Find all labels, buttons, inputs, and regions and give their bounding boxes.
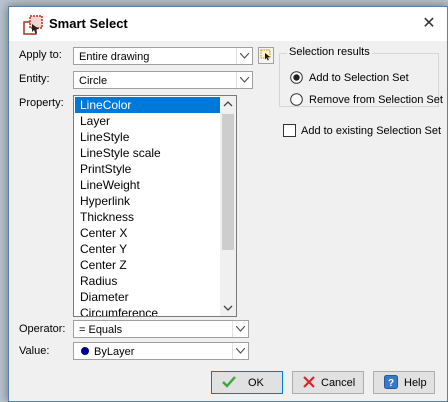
remove-from-selection-radio[interactable] (290, 93, 303, 106)
select-objects-button[interactable] (258, 47, 274, 64)
chevron-down-icon[interactable] (236, 48, 252, 64)
list-item[interactable]: LineStyle scale (75, 145, 221, 161)
list-item[interactable]: Hyperlink (75, 193, 221, 209)
list-item[interactable]: LineStyle (75, 129, 221, 145)
entity-dropdown[interactable]: Circle (73, 71, 253, 89)
pick-objects-icon (260, 49, 271, 61)
close-icon: ✕ (422, 15, 436, 32)
entity-value: Circle (79, 75, 108, 87)
property-label: Property: (19, 97, 64, 109)
property-listbox[interactable]: LineColor Layer LineStyle LineStyle scal… (73, 95, 237, 317)
chevron-down-icon[interactable] (232, 321, 248, 337)
ok-label: OK (248, 377, 264, 389)
operator-value: = Equals (79, 324, 123, 336)
add-to-existing-checkbox[interactable] (283, 124, 296, 137)
entity-label: Entity: (19, 73, 50, 85)
chevron-down-icon[interactable] (236, 72, 252, 88)
scroll-thumb[interactable] (222, 114, 234, 250)
list-item[interactable]: Center Y (75, 241, 221, 257)
property-list: LineColor Layer LineStyle LineStyle scal… (75, 97, 221, 316)
dialog-title: Smart Select (49, 16, 128, 31)
add-to-selection-radio[interactable] (290, 71, 303, 84)
list-item[interactable]: Layer (75, 113, 221, 129)
checkmark-icon (222, 376, 236, 388)
x-icon (303, 376, 315, 388)
cancel-label: Cancel (321, 377, 356, 389)
smart-select-app-icon (23, 15, 43, 35)
help-label: Help (404, 377, 427, 389)
smart-select-dialog: Smart Select ✕ Apply to: Entire drawing … (8, 6, 448, 402)
list-item[interactable]: PrintStyle (75, 161, 221, 177)
selection-results-title: Selection results (287, 46, 372, 58)
value-label: Value: (19, 345, 50, 357)
list-item[interactable]: LineColor (75, 97, 221, 113)
list-item[interactable]: Center Z (75, 257, 221, 273)
list-item[interactable]: Circumference (75, 305, 221, 316)
help-button[interactable]: ? Help (373, 371, 435, 394)
title-bar: Smart Select ✕ (9, 7, 447, 41)
operator-label: Operator: (19, 323, 66, 335)
help-icon: ? (384, 375, 398, 389)
apply-to-label: Apply to: (19, 49, 62, 61)
list-item[interactable]: Thickness (75, 209, 221, 225)
list-item[interactable]: LineWeight (75, 177, 221, 193)
close-button[interactable]: ✕ (411, 7, 447, 41)
property-scrollbar[interactable] (220, 96, 236, 316)
ok-button[interactable]: OK (211, 371, 283, 394)
apply-to-value: Entire drawing (79, 51, 150, 63)
value-value: ByLayer (94, 346, 135, 358)
cancel-button[interactable]: Cancel (292, 371, 364, 394)
chevron-down-icon[interactable] (232, 343, 248, 359)
operator-dropdown[interactable]: = Equals (73, 320, 249, 338)
remove-from-selection-label[interactable]: Remove from Selection Set (309, 94, 443, 106)
color-swatch-icon (81, 347, 89, 355)
apply-to-dropdown[interactable]: Entire drawing (73, 47, 253, 65)
add-to-selection-label[interactable]: Add to Selection Set (309, 72, 409, 84)
scroll-up-icon[interactable] (220, 96, 236, 112)
list-item[interactable]: Radius (75, 273, 221, 289)
add-to-existing-label[interactable]: Add to existing Selection Set (301, 125, 441, 137)
scroll-down-icon[interactable] (220, 300, 236, 316)
value-dropdown[interactable]: ByLayer (73, 342, 249, 360)
list-item[interactable]: Center X (75, 225, 221, 241)
list-item[interactable]: Diameter (75, 289, 221, 305)
svg-text:?: ? (388, 378, 394, 389)
